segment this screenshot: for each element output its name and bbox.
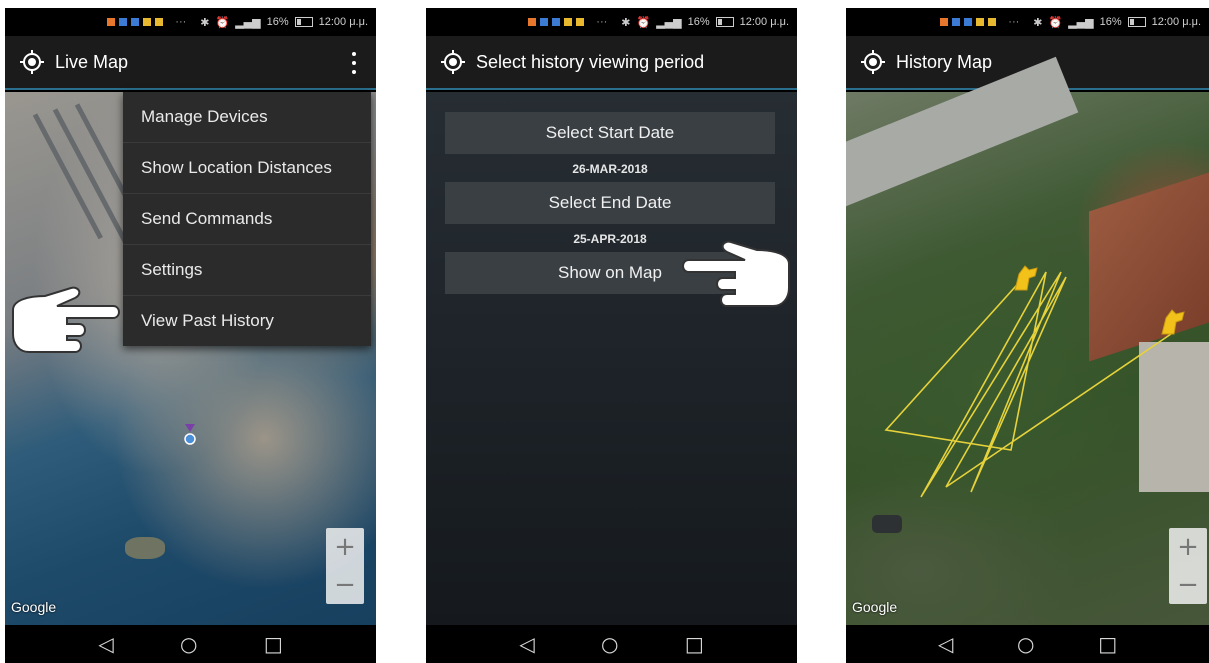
back-button[interactable]: ◁ (98, 632, 113, 656)
page-title: Select history viewing period (476, 51, 705, 72)
recents-button[interactable]: □ (264, 632, 283, 656)
battery-percent: 16% (266, 16, 289, 28)
status-time: 12:00 μ.μ. (1151, 16, 1201, 28)
signal-icon: ▂▄▆ (656, 15, 682, 29)
home-button[interactable]: ○ (601, 632, 618, 656)
zoom-controls: + − (326, 528, 364, 604)
zoom-in-button[interactable]: + (334, 528, 356, 566)
system-nav-bar: ◁ ○ □ (426, 625, 797, 663)
start-date-value: 26-MAR-2018 (572, 162, 648, 176)
history-track-path (884, 271, 1172, 498)
status-time: 12:00 μ.μ. (739, 16, 789, 28)
app-bar: Live Map (5, 36, 376, 90)
alarm-icon: ⏰ (215, 15, 230, 29)
battery-percent: 16% (1099, 16, 1122, 28)
select-end-date-button[interactable]: Select End Date (445, 182, 775, 224)
notification-icons (940, 18, 997, 26)
bluetooth-icon: ✱ (621, 15, 631, 29)
notification-icons (107, 18, 164, 26)
page-title: History Map (896, 51, 993, 72)
more-notifications-icon: ··· (1008, 16, 1020, 28)
back-button[interactable]: ◁ (519, 632, 534, 656)
zoom-in-button[interactable]: + (1177, 528, 1199, 566)
back-button[interactable]: ◁ (938, 632, 953, 656)
signal-icon: ▂▄▆ (235, 15, 261, 29)
alarm-icon: ⏰ (1048, 15, 1063, 29)
pointing-hand-icon (682, 240, 790, 307)
more-notifications-icon: ··· (596, 16, 608, 28)
pointing-hand-icon (12, 286, 120, 353)
alarm-icon: ⏰ (636, 15, 651, 29)
location-crosshair-icon (20, 50, 44, 74)
overflow-menu-icon[interactable] (352, 52, 356, 74)
dog-marker-icon[interactable] (1011, 262, 1041, 292)
page-title: Live Map (55, 51, 129, 72)
battery-icon (294, 17, 313, 27)
app-bar: Select history viewing period (426, 36, 797, 90)
device-location-marker[interactable] (183, 424, 197, 446)
location-crosshair-icon (861, 50, 885, 74)
battery-percent: 16% (687, 16, 710, 28)
menu-item-view-past-history[interactable]: View Past History (123, 296, 371, 346)
status-bar: ··· ✱ ⏰ ▂▄▆ 16% 12:00 μ.μ. (846, 8, 1209, 36)
dog-marker-icon[interactable] (1158, 306, 1188, 336)
signal-icon: ▂▄▆ (1068, 15, 1094, 29)
home-button[interactable]: ○ (180, 632, 197, 656)
overflow-menu: Manage Devices Show Location Distances S… (123, 92, 371, 346)
notification-icons (528, 18, 585, 26)
phone-history-map: ··· ✱ ⏰ ▂▄▆ 16% 12:00 μ.μ. History Map +… (846, 8, 1209, 663)
menu-item-send-commands[interactable]: Send Commands (123, 194, 371, 245)
more-notifications-icon: ··· (175, 16, 187, 28)
status-bar: ··· ✱ ⏰ ▂▄▆ 16% 12:00 μ.μ. (426, 8, 797, 36)
location-crosshair-icon (441, 50, 465, 74)
battery-icon (715, 17, 734, 27)
menu-item-settings[interactable]: Settings (123, 245, 371, 296)
recents-button[interactable]: □ (1098, 632, 1117, 656)
status-time: 12:00 μ.μ. (318, 16, 368, 28)
map-attribution: Google (852, 599, 898, 615)
bluetooth-icon: ✱ (1033, 15, 1043, 29)
recents-button[interactable]: □ (685, 632, 704, 656)
menu-item-show-location-distances[interactable]: Show Location Distances (123, 143, 371, 194)
menu-item-manage-devices[interactable]: Manage Devices (123, 92, 371, 143)
battery-icon (1127, 17, 1146, 27)
status-bar: ··· ✱ ⏰ ▂▄▆ 16% 12:00 μ.μ. (5, 8, 376, 36)
map-attribution: Google (11, 599, 57, 615)
period-form: Select Start Date 26-MAR-2018 Select End… (426, 92, 797, 625)
phone-select-period: ··· ✱ ⏰ ▂▄▆ 16% 12:00 μ.μ. Select histor… (426, 8, 797, 663)
system-nav-bar: ◁ ○ □ (5, 625, 376, 663)
home-button[interactable]: ○ (1017, 632, 1034, 656)
system-nav-bar: ◁ ○ □ (846, 625, 1209, 663)
select-start-date-button[interactable]: Select Start Date (445, 112, 775, 154)
phone-live-map: ··· ✱ ⏰ ▂▄▆ 16% 12:00 μ.μ. Live Map + − (5, 8, 376, 663)
bluetooth-icon: ✱ (200, 15, 210, 29)
zoom-out-button[interactable]: − (334, 566, 356, 604)
history-map-view[interactable]: + − Google (846, 56, 1209, 625)
zoom-out-button[interactable]: − (1177, 566, 1199, 604)
zoom-controls: + − (1169, 528, 1207, 604)
